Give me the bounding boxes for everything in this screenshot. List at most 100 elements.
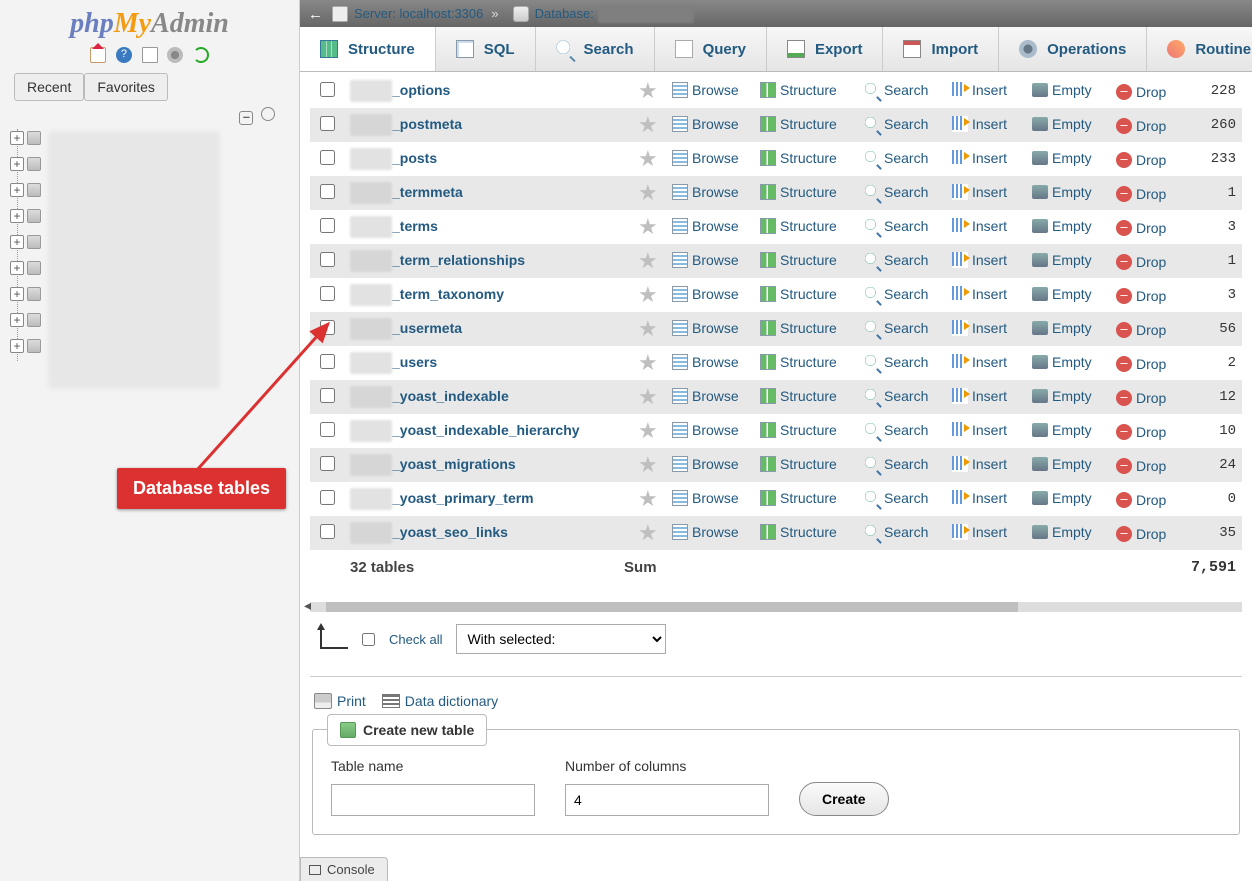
row-checkbox[interactable] [320,354,335,369]
structure-action[interactable]: Structure [760,252,837,268]
expand-icon[interactable]: + [10,287,24,301]
tab-operations[interactable]: Operations [999,27,1147,71]
browse-action[interactable]: Browse [672,218,739,234]
favorite-star-icon[interactable]: ★ [638,418,658,443]
favorite-star-icon[interactable]: ★ [638,452,658,477]
table-name-link[interactable]: _yoast_migrations [350,456,516,472]
table-name-link[interactable]: _yoast_seo_links [350,524,508,540]
help-icon[interactable]: ? [116,47,132,63]
structure-action[interactable]: Structure [760,490,837,506]
expand-icon[interactable]: + [10,313,24,327]
favorite-star-icon[interactable]: ★ [638,146,658,171]
structure-action[interactable]: Structure [760,286,837,302]
favorite-star-icon[interactable]: ★ [638,486,658,511]
browse-action[interactable]: Browse [672,422,739,438]
browse-action[interactable]: Browse [672,490,739,506]
insert-action[interactable]: Insert [952,490,1007,506]
insert-action[interactable]: Insert [952,354,1007,370]
browse-action[interactable]: Browse [672,354,739,370]
insert-action[interactable]: Insert [952,320,1007,336]
settings-icon[interactable] [167,47,183,63]
search-action[interactable]: Search [864,320,928,336]
structure-action[interactable]: Structure [760,184,837,200]
reload-icon[interactable] [193,47,209,63]
empty-action[interactable]: Empty [1032,524,1092,540]
tab-favorites[interactable]: Favorites [84,73,168,101]
table-name-link[interactable]: _terms [350,218,438,234]
drop-action[interactable]: –Drop [1116,322,1166,338]
search-action[interactable]: Search [864,82,928,98]
search-action[interactable]: Search [864,218,928,234]
structure-action[interactable]: Structure [760,422,837,438]
back-arrow-icon[interactable]: ← [308,6,326,22]
tab-recent[interactable]: Recent [14,73,84,101]
print-link[interactable]: Print [314,693,366,709]
table-name-link[interactable]: _users [350,354,437,370]
expand-icon[interactable]: + [10,235,24,249]
insert-action[interactable]: Insert [952,524,1007,540]
empty-action[interactable]: Empty [1032,422,1092,438]
browse-action[interactable]: Browse [672,116,739,132]
favorite-star-icon[interactable]: ★ [638,350,658,375]
favorite-star-icon[interactable]: ★ [638,316,658,341]
tree-node[interactable]: + [10,261,41,275]
structure-action[interactable]: Structure [760,320,837,336]
structure-action[interactable]: Structure [760,116,837,132]
tree-node[interactable]: + [10,313,41,327]
structure-action[interactable]: Structure [760,354,837,370]
row-checkbox[interactable] [320,82,335,97]
table-name-input[interactable] [331,784,535,816]
search-action[interactable]: Search [864,116,928,132]
tab-import[interactable]: Import [883,27,999,71]
tab-routines[interactable]: Routines [1147,27,1252,71]
drop-action[interactable]: –Drop [1116,254,1166,270]
scroll-left-icon[interactable]: ◂ [304,597,311,614]
browse-action[interactable]: Browse [672,524,739,540]
phpmyadmin-logo[interactable]: phpMyAdmin [0,0,299,44]
insert-action[interactable]: Insert [952,422,1007,438]
expand-icon[interactable]: + [10,261,24,275]
empty-action[interactable]: Empty [1032,354,1092,370]
breadcrumb-database[interactable]: Database: [535,6,594,21]
table-name-link[interactable]: _yoast_indexable_hierarchy [350,422,580,438]
row-checkbox[interactable] [320,184,335,199]
expand-icon[interactable]: + [10,131,24,145]
insert-action[interactable]: Insert [952,252,1007,268]
row-checkbox[interactable] [320,524,335,539]
drop-action[interactable]: –Drop [1116,186,1166,202]
empty-action[interactable]: Empty [1032,286,1092,302]
insert-action[interactable]: Insert [952,218,1007,234]
num-columns-input[interactable] [565,784,769,816]
tree-node[interactable]: + [10,183,41,197]
structure-action[interactable]: Structure [760,388,837,404]
browse-action[interactable]: Browse [672,150,739,166]
drop-action[interactable]: –Drop [1116,288,1166,304]
favorite-star-icon[interactable]: ★ [638,180,658,205]
collapse-all-icon[interactable]: – [239,111,253,125]
search-action[interactable]: Search [864,524,928,540]
browse-action[interactable]: Browse [672,456,739,472]
favorite-star-icon[interactable]: ★ [638,78,658,103]
empty-action[interactable]: Empty [1032,218,1092,234]
tree-node[interactable]: + [10,287,41,301]
row-checkbox[interactable] [320,490,335,505]
search-action[interactable]: Search [864,252,928,268]
empty-action[interactable]: Empty [1032,184,1092,200]
insert-action[interactable]: Insert [952,116,1007,132]
browse-action[interactable]: Browse [672,388,739,404]
tree-node[interactable]: + [10,339,41,353]
table-name-link[interactable]: _term_taxonomy [350,286,504,302]
with-selected-dropdown[interactable]: With selected: [456,624,666,654]
expand-icon[interactable]: + [10,339,24,353]
check-all-link[interactable]: Check all [389,632,442,647]
structure-action[interactable]: Structure [760,456,837,472]
check-all-checkbox[interactable] [362,633,375,646]
row-checkbox[interactable] [320,422,335,437]
tree-node[interactable]: + [10,209,41,223]
create-button[interactable]: Create [799,782,889,816]
home-icon[interactable] [90,47,106,63]
insert-action[interactable]: Insert [952,150,1007,166]
expand-icon[interactable]: + [10,157,24,171]
structure-action[interactable]: Structure [760,82,837,98]
empty-action[interactable]: Empty [1032,388,1092,404]
